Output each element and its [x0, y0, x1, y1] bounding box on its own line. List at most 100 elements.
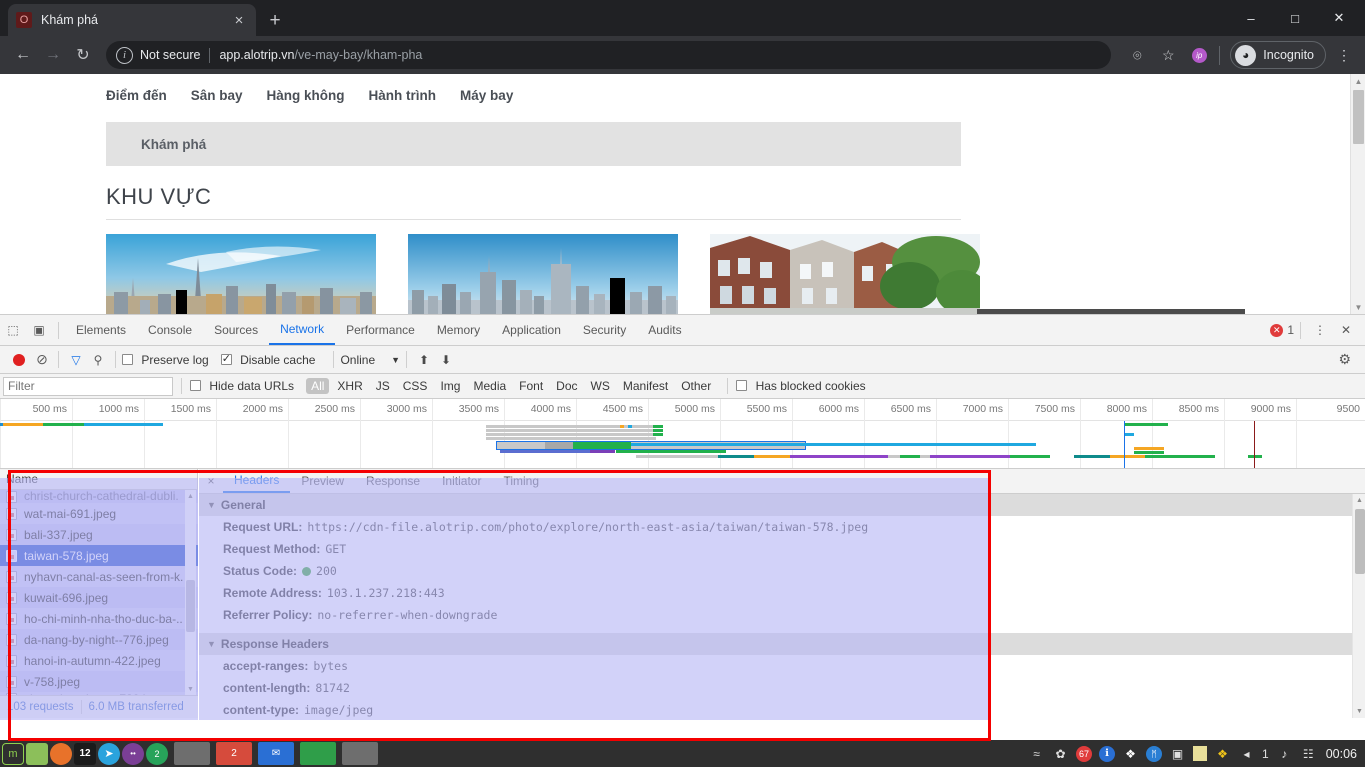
site-nav-item-1[interactable]: Sân bay	[191, 88, 243, 103]
preserve-log-checkbox[interactable]: Preserve log	[122, 353, 209, 367]
table-row[interactable]: da-nang-by-night--776.jpeg	[0, 629, 198, 650]
tint-icon[interactable]: ❖	[1214, 745, 1231, 762]
new-tab-button[interactable]: +	[262, 8, 288, 34]
window-chrome[interactable]: 2	[216, 742, 252, 765]
site-nav-item-4[interactable]: Máy bay	[460, 88, 513, 103]
inspect-element-icon[interactable]: ⬚	[0, 317, 26, 343]
throttling-select[interactable]: Online ▼	[340, 353, 400, 367]
type-filter-js[interactable]: JS	[371, 378, 395, 394]
screen-lock-icon[interactable]: ▣	[1169, 745, 1186, 762]
notes-icon[interactable]	[1193, 746, 1208, 761]
has-blocked-cookies-checkbox[interactable]: Has blocked cookies	[736, 379, 866, 393]
new-york-skyline-card[interactable]	[408, 234, 678, 314]
close-window-button[interactable]: ✕	[1317, 2, 1361, 34]
type-filter-manifest[interactable]: Manifest	[618, 378, 673, 394]
device-toolbar-icon[interactable]: ▣	[26, 317, 52, 343]
clear-button[interactable]: ⊘	[32, 350, 52, 370]
type-filter-all[interactable]: All	[306, 378, 330, 394]
devtools-more-menu-icon[interactable]: ⋮	[1307, 317, 1333, 343]
tab-security[interactable]: Security	[572, 315, 637, 345]
filter-input[interactable]	[3, 376, 173, 396]
scroll-up-icon[interactable]: ▲	[1351, 74, 1365, 88]
request-rows[interactable]: christ-church-cathedral-dubli. wat-mai-6…	[0, 490, 198, 695]
clipboard-icon[interactable]: ☷	[1300, 745, 1317, 762]
linux-mint-menu-icon[interactable]: m	[2, 742, 24, 765]
devtools-close-icon[interactable]: ✕	[1333, 317, 1359, 343]
telegram-icon[interactable]: ➤	[98, 742, 120, 765]
details-scrollbar-thumb[interactable]	[1355, 509, 1365, 574]
close-details-icon[interactable]: ×	[199, 474, 223, 488]
scroll-down-icon[interactable]: ▼	[1353, 705, 1365, 718]
close-tab-icon[interactable]: ×	[230, 13, 248, 28]
request-list-header[interactable]: Name	[0, 469, 197, 490]
tab-headers[interactable]: Headers	[223, 469, 291, 493]
incognito-profile-button[interactable]: ◕ Incognito	[1230, 41, 1326, 69]
tab-network[interactable]: Network	[269, 315, 336, 345]
bluetooth-icon[interactable]: ᛗ	[1146, 745, 1163, 762]
dropbox-icon[interactable]: ❖	[1122, 745, 1139, 762]
request-list-scrollbar-thumb[interactable]	[186, 580, 195, 632]
import-har-icon[interactable]: ⬆	[413, 353, 435, 367]
window-globe[interactable]	[300, 742, 336, 765]
type-filter-ws[interactable]: WS	[586, 378, 615, 394]
tab-preview[interactable]: Preview	[290, 469, 355, 493]
chrome-menu-icon[interactable]: ⋮	[1331, 42, 1357, 68]
amsterdam-canal-card[interactable]	[710, 234, 980, 314]
volume-icon[interactable]: ◂	[1238, 745, 1255, 762]
tab-elements[interactable]: Elements	[65, 315, 137, 345]
table-row[interactable]: bali-337.jpeg	[0, 524, 198, 545]
tab-response[interactable]: Response	[355, 469, 431, 493]
browser-tab[interactable]: O Khám phá ×	[8, 4, 256, 36]
error-count-badge[interactable]: ✕ 1	[1270, 323, 1294, 337]
clock[interactable]: 00:06	[1324, 747, 1357, 761]
filter-toggle-icon[interactable]: ▽	[65, 353, 87, 367]
calendar-icon[interactable]: 12	[74, 742, 96, 765]
reload-button[interactable]: ↻	[68, 40, 98, 70]
address-bar[interactable]: i Not secure app.alotrip.vn /ve-may-bay/…	[106, 41, 1112, 69]
tab-audits[interactable]: Audits	[637, 315, 692, 345]
site-nav-item-2[interactable]: Hàng không	[267, 88, 345, 103]
dubai-skyline-card[interactable]	[106, 234, 376, 314]
forward-button[interactable]: →	[38, 40, 68, 70]
site-nav-item-0[interactable]: Điểm đến	[106, 88, 167, 103]
table-row[interactable]: wat-mai-691.jpeg	[0, 503, 198, 524]
hide-data-urls-checkbox[interactable]: Hide data URLs	[190, 379, 294, 393]
type-filter-font[interactable]: Font	[514, 378, 548, 394]
files-icon[interactable]	[26, 742, 48, 765]
record-button[interactable]	[13, 353, 25, 366]
export-har-icon[interactable]: ⬇	[435, 353, 457, 367]
tab-console[interactable]: Console	[137, 315, 203, 345]
site-nav-item-3[interactable]: Hành trình	[369, 88, 437, 103]
window-text-editor[interactable]	[174, 742, 210, 765]
sync-icon[interactable]: 2	[146, 742, 168, 765]
tab-application[interactable]: Application	[491, 315, 572, 345]
maximize-button[interactable]: □	[1273, 2, 1317, 34]
type-filter-img[interactable]: Img	[435, 378, 465, 394]
disable-cache-checkbox[interactable]: Disable cache	[220, 352, 315, 367]
minimize-button[interactable]: –	[1229, 2, 1273, 34]
bookmark-star-icon[interactable]: ☆	[1155, 42, 1181, 68]
scroll-up-icon[interactable]: ▲	[1353, 494, 1365, 507]
site-info-icon[interactable]: i	[116, 46, 133, 64]
tab-timing[interactable]: Timing	[492, 469, 550, 493]
type-filter-other[interactable]: Other	[676, 378, 716, 394]
search-icon[interactable]: ⚲	[87, 353, 109, 367]
network-overview-timeline[interactable]: 500 ms 1000 ms 1500 ms 2000 ms 2500 ms 3…	[0, 399, 1365, 469]
window-mail[interactable]: ✉	[258, 742, 294, 765]
updates-badge-icon[interactable]: 67	[1076, 745, 1093, 762]
type-filter-media[interactable]: Media	[468, 378, 511, 394]
workspace-switcher-icon[interactable]: ≈	[1028, 745, 1045, 762]
table-row-selected[interactable]: taiwan-578.jpeg	[0, 545, 198, 566]
scroll-down-icon[interactable]: ▼	[1351, 300, 1365, 314]
window-misc[interactable]	[342, 742, 378, 765]
table-row[interactable]: nyhavn-canal-as-seen-from-k.	[0, 566, 198, 587]
cookie-blocked-icon[interactable]: ⌾	[1124, 42, 1150, 68]
music-icon[interactable]: ♪	[1276, 745, 1293, 762]
shutter-icon[interactable]: ✿	[1052, 745, 1069, 762]
type-filter-xhr[interactable]: XHR	[332, 378, 367, 394]
owl-app-icon[interactable]: ••	[122, 742, 144, 765]
details-scrollbar[interactable]: ▲ ▼	[1352, 494, 1365, 718]
request-list-scrollbar[interactable]: ▲ ▼	[185, 490, 196, 695]
general-section-header[interactable]: ▼ General	[199, 494, 1365, 516]
page-scrollbar[interactable]: ▲ ▼	[1350, 74, 1365, 314]
